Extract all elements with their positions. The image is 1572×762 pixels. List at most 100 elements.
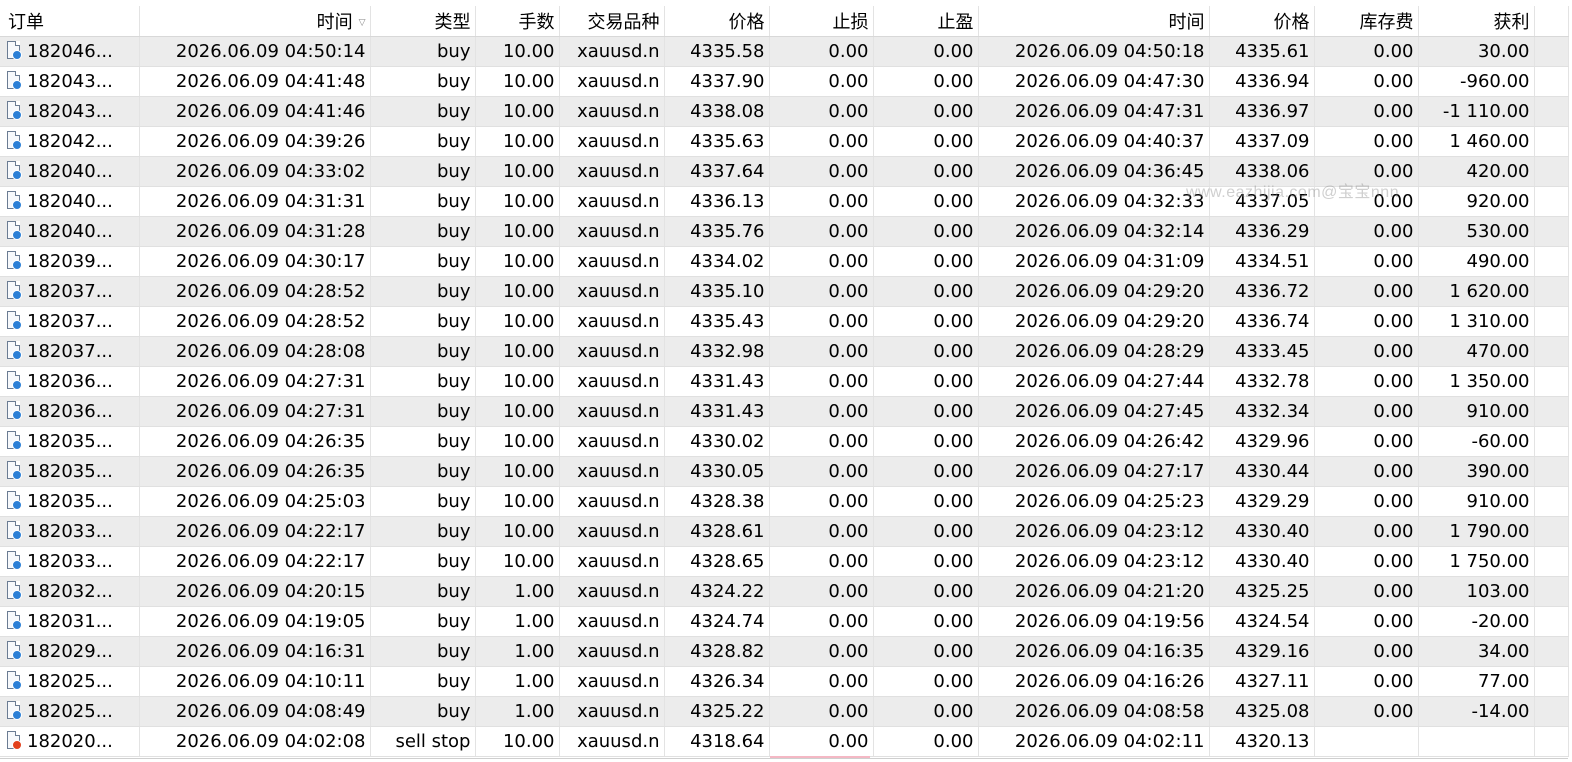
order-cell[interactable]: 182035... (0, 456, 140, 487)
row-spacer (1534, 186, 1569, 217)
order-cell[interactable]: 182046... (0, 36, 140, 67)
order-cell[interactable]: 182037... (0, 306, 140, 337)
column-header-order[interactable]: 订单 (0, 6, 140, 37)
table-row[interactable]: 182029... 2026.06.09 04:16:31 buy 1.00 xauus… (0, 636, 1569, 667)
order-number: 182032... (27, 581, 113, 602)
table-row[interactable]: 182040... 2026.06.09 04:33:02 buy 10.00 xauu… (0, 156, 1569, 187)
profit-cell: 1 750.00 (1418, 546, 1535, 577)
table-row[interactable]: 182025... 2026.06.09 04:08:49 buy 1.00 xauus… (0, 696, 1569, 727)
column-header-close-price[interactable]: 价格 (1209, 6, 1315, 37)
order-cell[interactable]: 182035... (0, 486, 140, 517)
table-row[interactable]: 182043... 2026.06.09 04:41:46 buy 10.00 xauu… (0, 96, 1569, 127)
order-cell[interactable]: 182031... (0, 606, 140, 637)
column-header-lots[interactable]: 手数 (475, 6, 560, 37)
take-profit-cell: 0.00 (873, 246, 979, 277)
close-time-cell: 2026.06.09 04:47:30 (978, 66, 1210, 97)
close-price-cell: 4333.45 (1209, 336, 1315, 367)
column-header-open-price[interactable]: 价格 (664, 6, 770, 37)
table-row[interactable]: 182037... 2026.06.09 04:28:08 buy 10.00 xauu… (0, 336, 1569, 367)
order-cell[interactable]: 182020... (0, 726, 140, 757)
open-time-cell: 2026.06.09 04:50:14 (139, 36, 371, 67)
closed-order-icon (6, 401, 22, 420)
take-profit-cell: 0.00 (873, 396, 979, 427)
symbol-cell: xauusd.n (559, 366, 665, 397)
column-header-take-profit[interactable]: 止盈 (873, 6, 979, 37)
order-cell[interactable]: 182037... (0, 336, 140, 367)
column-header-profit[interactable]: 获利 (1418, 6, 1535, 37)
table-row[interactable]: 182040... 2026.06.09 04:31:28 buy 10.00 xauu… (0, 216, 1569, 247)
order-cell[interactable]: 182039... (0, 246, 140, 277)
order-cell[interactable]: 182036... (0, 366, 140, 397)
open-time-cell: 2026.06.09 04:16:31 (139, 636, 371, 667)
stop-loss-cell: 0.00 (769, 36, 874, 67)
symbol-cell: xauusd.n (559, 66, 665, 97)
order-number: 182033... (27, 521, 113, 542)
take-profit-cell: 0.00 (873, 546, 979, 577)
table-row[interactable]: 182032... 2026.06.09 04:20:15 buy 1.00 xauus… (0, 576, 1569, 607)
table-row[interactable]: 182039... 2026.06.09 04:30:17 buy 10.00 xauu… (0, 246, 1569, 277)
table-row[interactable]: 182033... 2026.06.09 04:22:17 buy 10.00 xauu… (0, 546, 1569, 577)
column-header-stop-loss[interactable]: 止损 (769, 6, 874, 37)
stop-loss-cell: 0.00 (769, 246, 874, 277)
table-row[interactable]: 182035... 2026.06.09 04:26:35 buy 10.00 xauu… (0, 456, 1569, 487)
order-cell[interactable]: 182025... (0, 666, 140, 697)
order-cell[interactable]: 182037... (0, 276, 140, 307)
order-cell[interactable]: 182042... (0, 126, 140, 157)
column-header-type[interactable]: 类型 (370, 6, 476, 37)
order-cell[interactable]: 182043... (0, 66, 140, 97)
table-row[interactable]: 182042... 2026.06.09 04:39:26 buy 10.00 xauu… (0, 126, 1569, 157)
open-price-cell: 4326.34 (664, 666, 770, 697)
profit-cell: 490.00 (1418, 246, 1535, 277)
order-cell[interactable]: 182033... (0, 546, 140, 577)
order-cell[interactable]: 182040... (0, 216, 140, 247)
order-cell[interactable]: 182033... (0, 516, 140, 547)
order-cell[interactable]: 182036... (0, 396, 140, 427)
table-row[interactable]: 182036... 2026.06.09 04:27:31 buy 10.00 xauu… (0, 366, 1569, 397)
table-row[interactable]: 182035... 2026.06.09 04:26:35 buy 10.00 xauu… (0, 426, 1569, 457)
close-price-cell: 4329.96 (1209, 426, 1315, 457)
open-time-cell: 2026.06.09 04:31:28 (139, 216, 371, 247)
order-cell[interactable]: 182035... (0, 426, 140, 457)
table-row[interactable]: 182020... 2026.06.09 04:02:08 sell stop 10.… (0, 726, 1569, 757)
lots-cell: 1.00 (475, 606, 560, 637)
swap-cell: 0.00 (1314, 336, 1419, 367)
swap-cell: 0.00 (1314, 306, 1419, 337)
column-header-open-time[interactable]: 时间 ▽ (139, 6, 371, 37)
profit-cell: 390.00 (1418, 456, 1535, 487)
stop-loss-cell: 0.00 (769, 726, 874, 757)
table-row[interactable]: 182033... 2026.06.09 04:22:17 buy 10.00 xauu… (0, 516, 1569, 547)
close-price-cell: 4332.78 (1209, 366, 1315, 397)
table-row[interactable]: 182035... 2026.06.09 04:25:03 buy 10.00 xauu… (0, 486, 1569, 517)
order-cell[interactable]: 182032... (0, 576, 140, 607)
closed-order-icon (6, 431, 22, 450)
table-row[interactable]: 182037... 2026.06.09 04:28:52 buy 10.00 xauu… (0, 306, 1569, 337)
close-price-cell: 4320.13 (1209, 726, 1315, 757)
table-row[interactable]: 182031... 2026.06.09 04:19:05 buy 1.00 xauus… (0, 606, 1569, 637)
type-cell: buy (370, 336, 476, 367)
table-row[interactable]: 182037... 2026.06.09 04:28:52 buy 10.00 xauu… (0, 276, 1569, 307)
close-time-cell: 2026.06.09 04:25:23 (978, 486, 1210, 517)
order-cell[interactable]: 182043... (0, 96, 140, 127)
header-label-open-time: 时间 (316, 12, 353, 33)
type-cell: buy (370, 36, 476, 67)
column-header-close-time[interactable]: 时间 (978, 6, 1210, 37)
order-cell[interactable]: 182029... (0, 636, 140, 667)
order-cell[interactable]: 182025... (0, 696, 140, 727)
table-row[interactable]: 182040... 2026.06.09 04:31:31 buy 10.00 xauu… (0, 186, 1569, 217)
table-row[interactable]: 182043... 2026.06.09 04:41:48 buy 10.00 xauu… (0, 66, 1569, 97)
close-price-cell: 4336.72 (1209, 276, 1315, 307)
column-header-symbol[interactable]: 交易品种 (559, 6, 665, 37)
swap-cell: 0.00 (1314, 156, 1419, 187)
symbol-cell: xauusd.n (559, 696, 665, 727)
order-cell[interactable]: 182040... (0, 156, 140, 187)
table-row[interactable]: 182046... 2026.06.09 04:50:14 buy 10.00 xauu… (0, 36, 1569, 67)
closed-order-icon (6, 551, 22, 570)
column-header-swap[interactable]: 库存费 (1314, 6, 1419, 37)
table-row[interactable]: 182025... 2026.06.09 04:10:11 buy 1.00 xauus… (0, 666, 1569, 697)
take-profit-cell: 0.00 (873, 156, 979, 187)
open-time-cell: 2026.06.09 04:08:49 (139, 696, 371, 727)
order-cell[interactable]: 182040... (0, 186, 140, 217)
lots-cell: 10.00 (475, 366, 560, 397)
table-row[interactable]: 182036... 2026.06.09 04:27:31 buy 10.00 xauu… (0, 396, 1569, 427)
swap-cell: 0.00 (1314, 36, 1419, 67)
